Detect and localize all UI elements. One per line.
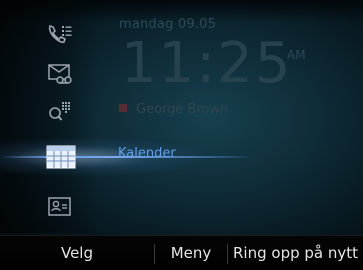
calendar-icon bbox=[46, 145, 76, 169]
home-contact-name: George Brown bbox=[136, 102, 229, 117]
voicemail-icon bbox=[48, 64, 72, 84]
search-directory-icon bbox=[49, 102, 70, 121]
call-log-icon bbox=[48, 25, 72, 44]
selected-menu-label: Kalender bbox=[118, 146, 176, 161]
home-date: mandag 09.05 bbox=[119, 17, 217, 32]
menu-item-voicemail[interactable] bbox=[47, 63, 73, 85]
softkey-menu[interactable]: Meny bbox=[155, 236, 227, 270]
menu-item-calendar[interactable] bbox=[46, 144, 76, 170]
menu-item-search-directory[interactable] bbox=[47, 101, 73, 123]
home-clock: 11:25 bbox=[121, 31, 293, 96]
softkey-bar: Velg Meny Ring opp på nytt bbox=[0, 235, 363, 270]
home-ampm: AM bbox=[287, 48, 306, 62]
menu-item-call-log[interactable] bbox=[47, 24, 73, 46]
phone-screen: mandag 09.05 11:25 AM George Brown Kalen… bbox=[0, 0, 363, 270]
contacts-icon bbox=[48, 197, 71, 216]
softkey-redial[interactable]: Ring opp på nytt bbox=[228, 236, 363, 270]
contact-status-square bbox=[119, 104, 127, 112]
menu-item-contacts[interactable] bbox=[47, 196, 73, 218]
softkey-select[interactable]: Velg bbox=[0, 236, 154, 270]
home-contact: George Brown bbox=[119, 102, 228, 117]
